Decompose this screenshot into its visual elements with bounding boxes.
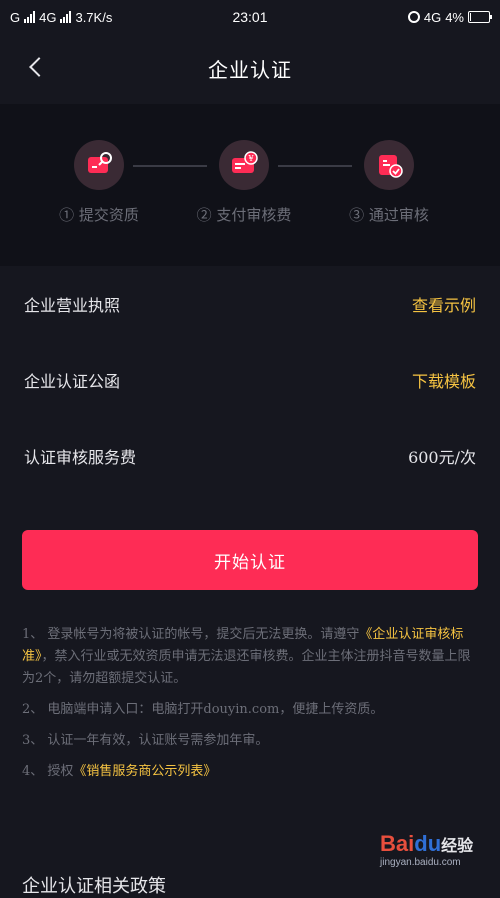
network-label: 4G xyxy=(39,9,57,25)
document-upload-icon xyxy=(74,140,124,190)
battery-percent: 4% xyxy=(445,9,464,25)
note-text: ，禁入行业或无效资质申请无法退还审核费。企业主体注册抖音号数量上限为2个，请勿超… xyxy=(22,649,471,686)
carrier-label: G xyxy=(10,9,21,25)
steps-panel: ① 提交资质 ¥ ② 支付审核费 ③ 通过审核 xyxy=(0,104,500,266)
note-4: 4、 授权《销售服务商公示列表》 xyxy=(22,761,478,783)
info-list: 企业营业执照 查看示例 企业认证公函 下载模板 认证审核服务费 600元/次 xyxy=(0,266,500,494)
payment-card-icon: ¥ xyxy=(219,140,269,190)
notes-section: 1、 登录帐号为将被认证的帐号，提交后无法更换。请遵守《企业认证审核标准》，禁入… xyxy=(22,624,478,792)
step-payment: ¥ ② 支付审核费 xyxy=(184,140,304,225)
start-certification-button[interactable]: 开始认证 xyxy=(22,530,478,590)
status-bar: G 4G 3.7K/s 23:01 4G 4% xyxy=(0,0,500,34)
network-speed: 3.7K/s xyxy=(75,9,113,25)
step-label: ① 提交资质 xyxy=(59,206,139,224)
approved-check-icon xyxy=(364,140,414,190)
page-title: 企业认证 xyxy=(208,58,292,82)
svg-text:¥: ¥ xyxy=(247,154,254,163)
section-heading-partial: 企业认证相关政策 xyxy=(22,876,166,897)
status-right: 4G 4% xyxy=(407,9,492,25)
note-text: 4、 授权 xyxy=(22,764,74,779)
note-3: 3、 认证一年有效，认证账号需参加年审。 xyxy=(22,733,269,748)
signal-icon xyxy=(24,11,36,23)
row-service-fee: 认证审核服务费 600元/次 xyxy=(0,418,500,494)
note-1: 1、 登录帐号为将被认证的帐号，提交后无法更换。请遵守《企业认证审核标准》，禁入… xyxy=(22,624,478,690)
step-label: ③ 通过审核 xyxy=(349,206,429,224)
view-example-link[interactable]: 查看示例 xyxy=(412,292,476,316)
step-submit: ① 提交资质 xyxy=(39,140,159,225)
row-business-license: 企业营业执照 查看示例 xyxy=(0,266,500,342)
row-label: 企业认证公函 xyxy=(24,372,121,391)
service-fee-value: 600元/次 xyxy=(408,448,476,467)
network-type: 4G xyxy=(423,9,442,25)
alarm-icon xyxy=(407,11,420,23)
status-left: G 4G 3.7K/s xyxy=(10,10,112,25)
baidu-logo: Baidu经验 xyxy=(380,831,474,856)
note-text: 1、 登录帐号为将被认证的帐号，提交后无法更换。请遵守 xyxy=(22,627,360,642)
download-template-link[interactable]: 下载模板 xyxy=(412,368,476,392)
nav-bar: 企业认证 xyxy=(0,34,500,104)
row-label: 企业营业执照 xyxy=(24,296,121,315)
note-2: 2、 电脑端申请入口：电脑打开douyin.com，便捷上传资质。 xyxy=(22,702,384,717)
row-certification-letter: 企业认证公函 下载模板 xyxy=(0,342,500,418)
step-label: ② 支付审核费 xyxy=(196,206,292,224)
signal-icon-2 xyxy=(60,11,72,23)
baidu-watermark: Baidu经验 jingyan.baidu.com xyxy=(380,831,488,881)
battery-icon xyxy=(468,11,492,23)
watermark-url: jingyan.baidu.com xyxy=(380,857,461,868)
step-approved: ③ 通过审核 xyxy=(329,140,449,225)
sales-provider-list-link[interactable]: 《销售服务商公示列表》 xyxy=(73,764,216,779)
row-label: 认证审核服务费 xyxy=(24,448,137,467)
